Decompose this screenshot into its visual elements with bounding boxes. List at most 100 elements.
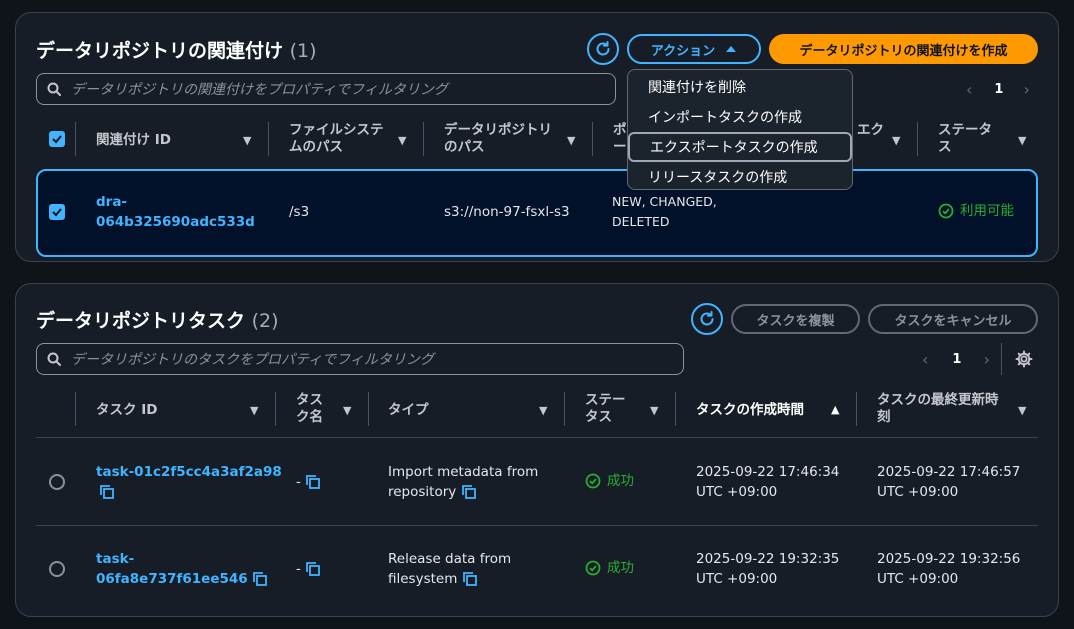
- copy-icon[interactable]: [99, 484, 115, 500]
- column-label: ー: [613, 139, 627, 155]
- column-header-status[interactable]: ステータ ス: [938, 122, 992, 156]
- sort-caret-icon[interactable]: ▼: [243, 134, 251, 147]
- task-id-line: 06fa8e737f61ee546: [96, 571, 248, 587]
- actions-button[interactable]: アクション: [627, 34, 761, 64]
- task-type-value: Import metadata from repository: [388, 462, 538, 502]
- copy-task-button[interactable]: タスクを複製: [731, 304, 860, 334]
- tasks-page-number[interactable]: 1: [952, 352, 961, 367]
- sort-caret-icon[interactable]: ▼: [567, 134, 575, 147]
- column-label: タス: [296, 392, 323, 408]
- row-checkbox[interactable]: [49, 204, 65, 220]
- next-page-icon[interactable]: ›: [983, 350, 989, 369]
- prev-page-icon[interactable]: ‹: [922, 350, 928, 369]
- column-header-association-id[interactable]: 関連付け ID: [96, 132, 171, 149]
- copy-icon[interactable]: [461, 484, 477, 500]
- prev-page-icon[interactable]: ‹: [966, 80, 972, 99]
- status-badge: 成功: [585, 471, 634, 491]
- status-badge: 成功: [585, 558, 634, 578]
- cancel-task-button[interactable]: タスクをキャンセル: [868, 304, 1038, 334]
- sort-caret-icon[interactable]: ▼: [343, 404, 351, 417]
- sort-caret-icon[interactable]: ▼: [1018, 134, 1026, 147]
- row-radio[interactable]: [49, 561, 65, 577]
- task-name-text: -: [296, 561, 301, 577]
- refresh-button[interactable]: [587, 33, 619, 65]
- copy-icon[interactable]: [305, 474, 321, 490]
- column-separator: [592, 122, 593, 156]
- status-badge: 利用可能: [938, 201, 1014, 221]
- column-header-repo-path[interactable]: データリポジトリ のパス: [444, 122, 552, 156]
- sort-caret-up-icon[interactable]: ▲: [831, 403, 839, 416]
- pagination-divider: [1001, 343, 1002, 375]
- copy-icon[interactable]: [462, 571, 478, 587]
- updated-time-line: 2025-09-22 17:46:57: [877, 464, 1021, 480]
- updated-time-value: 2025-09-22 17:46:57 UTC +09:00: [877, 462, 1020, 502]
- tasks-search-input[interactable]: データリポジトリのタスクをプロパティでフィルタリング: [36, 343, 684, 375]
- created-time-value: 2025-09-22 17:46:34 UTC +09:00: [696, 462, 839, 502]
- created-time-value: 2025-09-22 19:32:35 UTC +09:00: [696, 549, 839, 589]
- column-header-created-time[interactable]: タスクの作成時間: [696, 402, 804, 419]
- association-id-link[interactable]: dra- 064b325690adc533d: [96, 192, 255, 232]
- column-label: タス: [585, 409, 612, 425]
- column-label: ス: [938, 139, 952, 155]
- column-header-policy[interactable]: ポ ー: [613, 122, 627, 156]
- column-label: タスクの作成時間: [696, 402, 804, 418]
- create-association-button[interactable]: データリポジトリの関連付けを作成: [769, 34, 1038, 64]
- column-label: ステー: [585, 392, 626, 408]
- tasks-count: (2): [251, 310, 279, 332]
- associations-search-placeholder: データリポジトリの関連付けをプロパティでフィルタリング: [71, 82, 448, 98]
- column-header-export[interactable]: エク: [857, 122, 884, 139]
- header-divider: [36, 437, 1038, 438]
- created-time-line: 2025-09-22 19:32:35: [696, 551, 840, 567]
- task-id-link[interactable]: task- 06fa8e737f61ee546: [96, 549, 268, 589]
- task-id-link[interactable]: task-01c2f5cc4a3af2a98: [96, 462, 282, 502]
- select-all-checkbox[interactable]: [49, 131, 65, 147]
- column-label: エク: [857, 122, 884, 138]
- settings-gear-icon[interactable]: [1015, 350, 1033, 372]
- copy-icon[interactable]: [252, 571, 268, 587]
- copy-icon[interactable]: [305, 561, 321, 577]
- sort-caret-icon[interactable]: ▼: [1018, 404, 1026, 417]
- events-value: NEW, CHANGED, DELETED: [612, 192, 717, 232]
- column-label: タスクの最終更新時: [877, 392, 999, 408]
- column-header-task-name[interactable]: タス ク名: [296, 392, 323, 426]
- sort-caret-icon[interactable]: ▼: [250, 404, 258, 417]
- updated-time-line: UTC +09:00: [877, 484, 959, 500]
- menu-item-create-import-task[interactable]: インポートタスクの作成: [628, 102, 852, 132]
- status-text: 成功: [607, 473, 634, 489]
- task-id-line: task-01c2f5cc4a3af2a98: [96, 464, 282, 480]
- column-header-status[interactable]: ステー タス: [585, 392, 626, 426]
- column-separator: [368, 392, 369, 426]
- task-id-line: task-: [96, 551, 135, 567]
- created-time-line: 2025-09-22 17:46:34: [696, 464, 840, 480]
- check-icon: [52, 135, 62, 144]
- actions-dropdown-menu: 関連付けを削除 インポートタスクの作成 エクスポートタスクの作成 リリースタスク…: [627, 69, 853, 190]
- menu-item-delete-association[interactable]: 関連付けを削除: [628, 72, 852, 102]
- create-association-label: データリポジトリの関連付けを作成: [799, 43, 1008, 59]
- column-header-updated-time[interactable]: タスクの最終更新時 刻: [877, 392, 999, 426]
- column-header-task-id[interactable]: タスク ID: [96, 402, 157, 419]
- tasks-refresh-button[interactable]: [691, 303, 723, 335]
- sort-caret-icon[interactable]: ▼: [398, 134, 406, 147]
- menu-item-label: リリースタスクの作成: [648, 170, 788, 186]
- updated-time-line: 2025-09-22 19:32:56: [877, 551, 1021, 567]
- tasks-title: データリポジトリタスク (2): [36, 306, 279, 333]
- column-label: ステータ: [938, 122, 992, 138]
- success-icon: [585, 560, 601, 576]
- created-time-line: UTC +09:00: [696, 484, 778, 500]
- associations-page-number[interactable]: 1: [994, 82, 1003, 97]
- next-page-icon[interactable]: ›: [1023, 80, 1029, 99]
- sort-caret-icon[interactable]: ▼: [650, 404, 658, 417]
- sort-caret-icon[interactable]: ▼: [539, 404, 547, 417]
- search-icon: [47, 352, 61, 366]
- associations-search-input[interactable]: データリポジトリの関連付けをプロパティでフィルタリング: [36, 73, 616, 105]
- copy-task-label: タスクを複製: [756, 313, 835, 329]
- column-label: 刻: [877, 409, 891, 425]
- updated-time-value: 2025-09-22 19:32:56 UTC +09:00: [877, 549, 1020, 589]
- column-separator: [856, 392, 857, 426]
- column-header-fs-path[interactable]: ファイルシステ ムのパス: [289, 122, 384, 156]
- menu-item-create-release-task[interactable]: リリースタスクの作成: [628, 162, 852, 192]
- column-header-type[interactable]: タイプ: [388, 402, 429, 419]
- sort-caret-icon[interactable]: ▼: [892, 134, 900, 147]
- menu-item-create-export-task[interactable]: エクスポートタスクの作成: [628, 132, 852, 162]
- row-radio[interactable]: [49, 474, 65, 490]
